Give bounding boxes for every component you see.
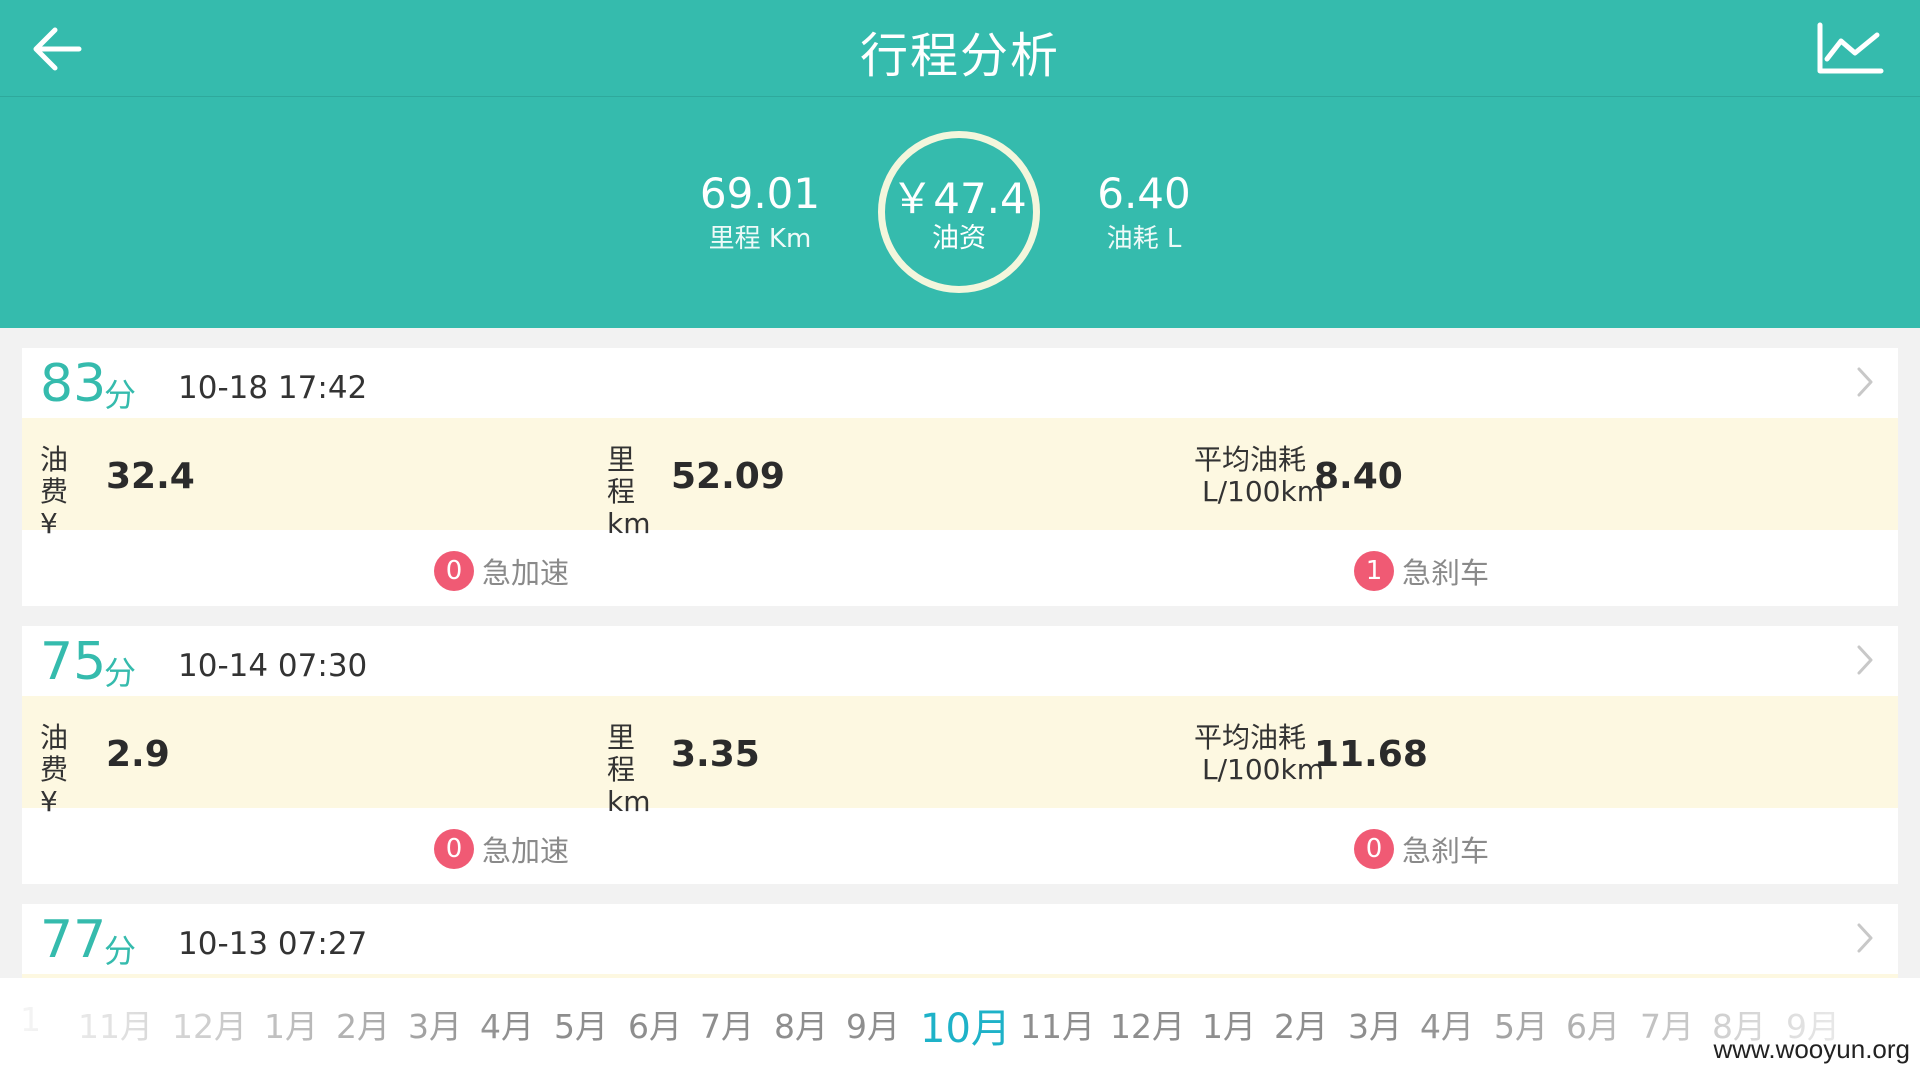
trip-time: 10-14 07:30 [178,648,368,684]
hard-brake-count-badge: 1 [1354,551,1394,591]
trip-score: 77 [40,910,107,970]
trip-score-unit: 分 [104,932,137,970]
line-chart-icon [1817,22,1884,74]
month-item[interactable]: 12月 [172,1000,247,1048]
month-item[interactable]: 11月 [78,1000,153,1048]
metric-label-line2: L/100km [1202,753,1324,786]
chevron-right-icon[interactable] [1850,642,1880,678]
chevron-right-icon[interactable] [1850,920,1880,956]
metric-label-line1: 平均油耗 [1194,443,1307,476]
trip-metrics: 油费 ¥ 2.9 里程 km 3.35 平均油耗 L/100km 11.68 [22,696,1898,818]
metric-mileage-value: 3.35 [671,734,760,775]
trip-card-header: 77 分 10-13 07:27 [22,904,1898,974]
month-item[interactable]: 8月 [774,1000,828,1048]
month-item[interactable]: 7月 [700,1000,754,1048]
month-item[interactable]: 3月 [408,1000,462,1048]
event-hard-brake: 0 急刹车 [1354,828,1489,870]
hard-accel-count-badge: 0 [434,551,474,591]
top-bar: 行程分析 [0,0,1920,97]
metric-mileage-label: 里程 km [607,444,651,540]
metric-avg-fuel-value: 8.40 [1314,456,1403,497]
month-item[interactable]: 5月 [554,1000,608,1048]
month-item[interactable]: 7月 [1640,1000,1694,1048]
event-hard-accel: 0 急加速 [434,828,569,870]
month-item[interactable]: 6月 [1566,1000,1620,1048]
summary-mileage-value: 69.01 [699,169,821,218]
month-item[interactable]: 11月 [1020,1000,1095,1048]
month-item[interactable]: 2月 [1274,1000,1328,1048]
hard-accel-count-badge: 0 [434,829,474,869]
trip-score: 83 [40,354,107,414]
hard-brake-label: 急刹车 [1402,556,1490,590]
month-item[interactable]: 5月 [1494,1000,1548,1048]
metric-fuel-cost-value: 32.4 [106,456,195,497]
trip-analysis-screen: 行程分析 69.01 里程 Km ￥47.4 油资 6.40 油耗 L 83 分… [0,0,1920,1080]
chevron-right-icon[interactable] [1850,364,1880,400]
header: 行程分析 69.01 里程 Km ￥47.4 油资 6.40 油耗 L [0,0,1920,328]
summary-mileage: 69.01 里程 Km [660,169,860,255]
month-item[interactable]: 1月 [1202,1000,1256,1048]
month-item[interactable]: 2月 [336,1000,390,1048]
month-item[interactable]: 4月 [1420,1000,1474,1048]
trip-card-header: 75 分 10-14 07:30 [22,626,1898,696]
trip-score-unit: 分 [104,376,137,414]
metric-label-line2: L/100km [1202,475,1324,508]
watermark: www.wooyun.org [1713,1034,1910,1064]
metric-fuel-cost-value: 2.9 [106,734,170,775]
trip-events: 0 急加速 0 急刹车 [22,808,1898,884]
summary-fuel-label: 油耗 L [1106,224,1182,254]
trip-events: 0 急加速 1 急刹车 [22,530,1898,606]
month-item[interactable]: 1月 [264,1000,318,1048]
metric-avg-fuel-label: 平均油耗 L/100km [1194,444,1324,508]
metric-label-line1: 油费 [40,721,69,786]
metric-label-line1: 里程 [607,721,636,786]
summary-cost-value: ￥47.4 [891,174,1027,223]
hard-brake-label: 急刹车 [1402,834,1490,868]
summary-fuel: 6.40 油耗 L [1044,169,1244,255]
chart-button[interactable] [1810,16,1890,82]
month-strip[interactable]: 1 11月 12月 1月 2月 3月 4月 5月 6月 7月 8月 9月 10月 11月 12月 1月 2月 3月… [0,1000,1920,1056]
month-item[interactable]: 9月 [846,1000,900,1048]
metric-label-line1: 平均油耗 [1194,721,1307,754]
metric-fuel-cost-label: 油费 ¥ [40,722,68,818]
trip-time: 10-18 17:42 [178,370,368,406]
metric-mileage-value: 52.09 [671,456,785,497]
trip-metrics: 油费 ¥ 32.4 里程 km 52.09 平均油耗 L/100km 8.40 [22,418,1898,540]
hard-accel-label: 急加速 [482,556,570,590]
hard-accel-label: 急加速 [482,834,570,868]
trip-card[interactable]: 75 分 10-14 07:30 油费 ¥ 2.9 里程 km 3.35 平均油… [22,626,1898,884]
month-item[interactable]: 3月 [1348,1000,1402,1048]
trip-card-header: 83 分 10-18 17:42 [22,348,1898,418]
trip-list: 83 分 10-18 17:42 油费 ¥ 32.4 里程 km 52.09 平… [22,348,1898,1080]
summary-cost-label: 油资 [932,223,986,254]
trip-card[interactable]: 83 分 10-18 17:42 油费 ¥ 32.4 里程 km 52.09 平… [22,348,1898,606]
event-hard-brake: 1 急刹车 [1354,550,1489,592]
trip-score: 75 [40,632,107,692]
month-item[interactable]: 4月 [480,1000,534,1048]
metric-fuel-cost-label: 油费 ¥ [40,444,68,540]
metric-label-line1: 油费 [40,443,69,508]
trip-score-unit: 分 [104,654,137,692]
trip-time: 10-13 07:27 [178,926,368,962]
page-title: 行程分析 [859,28,1060,84]
month-item[interactable]: 12月 [1110,1000,1185,1048]
month-item[interactable]: 6月 [628,1000,682,1048]
month-selector[interactable]: 1 11月 12月 1月 2月 3月 4月 5月 6月 7月 8月 9月 10月 11月 12月 1月 2月 3月… [0,978,1920,1080]
summary-fuel-value: 6.40 [1097,169,1191,218]
metric-label-line1: 里程 [607,443,636,508]
trip-summary: 69.01 里程 Km ￥47.4 油资 6.40 油耗 L [0,97,1920,328]
month-item[interactable]: 1 [20,1000,41,1039]
metric-avg-fuel-value: 11.68 [1314,734,1428,775]
month-item-active[interactable]: 10月 [920,1000,1011,1054]
metric-mileage-label: 里程 km [607,722,651,818]
summary-mileage-label: 里程 Km [708,224,812,254]
hard-brake-count-badge: 0 [1354,829,1394,869]
summary-cost-ring: ￥47.4 油资 [878,131,1040,293]
event-hard-accel: 0 急加速 [434,550,569,592]
metric-avg-fuel-label: 平均油耗 L/100km [1194,722,1324,786]
